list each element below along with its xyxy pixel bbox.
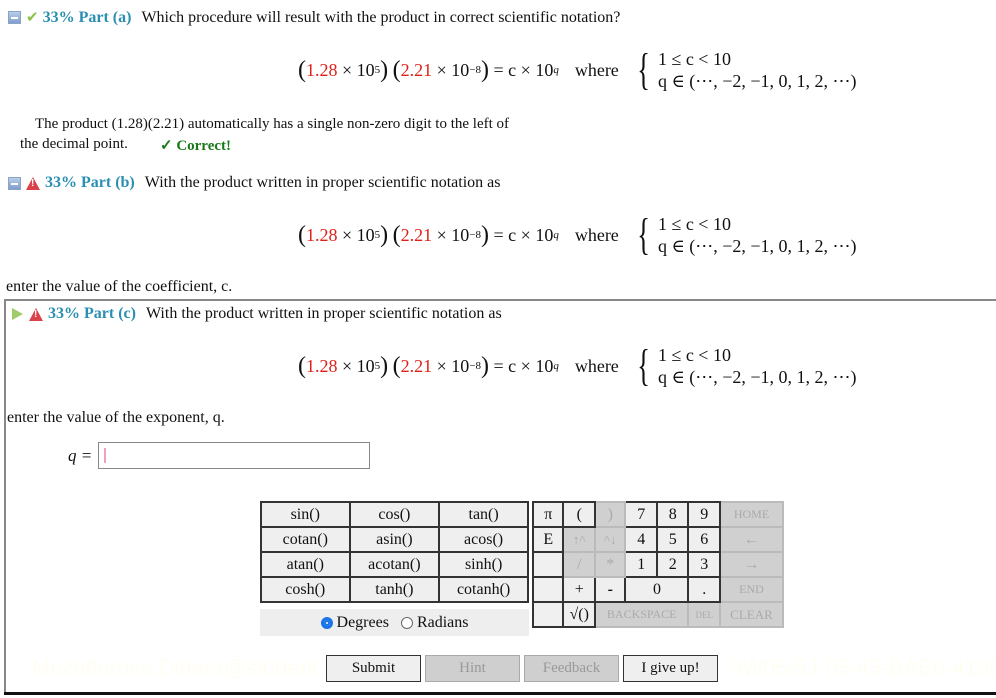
key-2[interactable]: 2 xyxy=(655,551,690,578)
coef2: 2.21 xyxy=(400,59,433,80)
part-b-prompt: enter the value of the coefficient, c. xyxy=(6,278,233,295)
key-acotan[interactable]: acotan() xyxy=(348,551,441,578)
key-home[interactable]: HOME xyxy=(718,501,785,528)
key-6[interactable]: 6 xyxy=(687,526,721,553)
correct-status: ✓ Correct! xyxy=(160,138,232,154)
radio-radians[interactable] xyxy=(400,616,413,629)
part-b-header: 33% Part (b) With the product written in… xyxy=(8,174,500,192)
key-sin[interactable]: sin() xyxy=(260,501,351,528)
key-e[interactable]: E xyxy=(531,526,565,553)
q-input-label: q = xyxy=(68,446,93,465)
angle-mode-selector: Degrees Radians xyxy=(260,609,529,636)
coef1: 1.28 xyxy=(306,59,338,80)
key-4[interactable]: 4 xyxy=(624,526,658,553)
key-clear[interactable]: CLEAR xyxy=(718,601,785,628)
key-5[interactable]: 5 xyxy=(655,526,690,553)
part-a-header: ✔ 33% Part (a) Which procedure will resu… xyxy=(8,8,620,27)
key-right-arrow[interactable]: → xyxy=(718,551,785,578)
key-blank xyxy=(531,601,565,628)
warning-icon xyxy=(26,176,40,190)
key-divide[interactable]: / xyxy=(562,551,596,578)
submit-button[interactable]: Submit xyxy=(326,655,421,682)
expand-arrow-icon[interactable] xyxy=(12,308,23,320)
part-b-question: With the product written in proper scien… xyxy=(144,174,501,191)
key-asin[interactable]: asin() xyxy=(348,526,441,553)
key-backspace[interactable]: BACKSPACE xyxy=(593,601,690,628)
text-caret xyxy=(104,448,106,463)
part-a-answer-line2: the decimal point. xyxy=(20,136,128,152)
key-tanh[interactable]: tanh() xyxy=(348,576,441,603)
key-cotan[interactable]: cotan() xyxy=(260,526,351,553)
part-c-prompt: enter the value of the exponent, q. xyxy=(7,409,225,426)
radians-label: Radians xyxy=(416,613,469,631)
part-a-question: Which procedure will result with the pro… xyxy=(141,8,621,26)
key-atan[interactable]: atan() xyxy=(260,551,351,578)
key-end[interactable]: END xyxy=(718,576,785,603)
key-0[interactable]: 0 xyxy=(624,576,690,603)
key-superscript-up[interactable]: ↑^ xyxy=(562,526,596,553)
key-pi[interactable]: π xyxy=(531,501,565,528)
numeric-keypad: π ( ) 7 8 9 HOME E ↑^ ^↓ 4 5 6 ← / * 1 2… xyxy=(531,501,785,628)
give-up-button[interactable]: I give up! xyxy=(623,655,718,682)
key-9[interactable]: 9 xyxy=(687,501,721,528)
radio-degrees[interactable] xyxy=(320,616,333,629)
key-tan[interactable]: tan() xyxy=(438,501,529,528)
key-blank xyxy=(531,551,565,578)
key-cosh[interactable]: cosh() xyxy=(260,576,351,603)
bottom-divider xyxy=(4,692,996,695)
key-superscript-down[interactable]: ^↓ xyxy=(593,526,627,553)
key-acos[interactable]: acos() xyxy=(438,526,529,553)
part-a-answer-line1: The product (1.28)(2.21) automatically h… xyxy=(35,116,510,132)
part-b-label: 33% Part (b) xyxy=(45,174,135,191)
key-multiply[interactable]: * xyxy=(593,551,627,578)
feedback-button[interactable]: Feedback xyxy=(524,655,619,682)
collapse-icon[interactable] xyxy=(8,11,21,24)
function-keypad: sin() cos() tan() cotan() asin() acos() … xyxy=(260,501,529,603)
warning-icon xyxy=(29,307,43,321)
key-7[interactable]: 7 xyxy=(624,501,658,528)
key-sinh[interactable]: sinh() xyxy=(438,551,529,578)
part-a-equation: (1.28 × 10 5) (2.21 × 10 −8) = c × 10 q whe… xyxy=(298,45,857,94)
part-a-label: 33% Part (a) xyxy=(42,8,132,26)
degrees-label: Degrees xyxy=(336,613,389,631)
key-8[interactable]: 8 xyxy=(655,501,690,528)
checkmark-icon: ✔ xyxy=(26,10,39,26)
key-plus[interactable]: + xyxy=(562,576,596,603)
key-left-arrow[interactable]: ← xyxy=(718,526,785,553)
part-c-equation: (1.28 × 10 5) (2.21 × 10 −8) = c × 10 q whe… xyxy=(298,341,857,390)
key-left-paren[interactable]: ( xyxy=(562,501,596,528)
part-c-question: With the product written in proper scien… xyxy=(145,305,502,322)
part-c-header: 33% Part (c) With the product written in… xyxy=(10,305,502,323)
key-sqrt[interactable]: √() xyxy=(562,601,596,628)
part-b-equation: (1.28 × 10 5) (2.21 × 10 −8) = c × 10 q whe… xyxy=(298,210,857,259)
part-c-label: 33% Part (c) xyxy=(48,305,136,322)
key-del[interactable]: DEL xyxy=(687,601,721,628)
key-1[interactable]: 1 xyxy=(624,551,658,578)
collapse-icon[interactable] xyxy=(8,176,21,190)
q-answer-input[interactable] xyxy=(98,442,370,469)
key-cos[interactable]: cos() xyxy=(348,501,441,528)
key-cotanh[interactable]: cotanh() xyxy=(438,576,529,603)
key-decimal[interactable]: . xyxy=(687,576,721,603)
key-blank xyxy=(531,576,565,603)
key-minus[interactable]: - xyxy=(593,576,627,603)
key-right-paren[interactable]: ) xyxy=(593,501,627,528)
hint-button[interactable]: Hint xyxy=(425,655,520,682)
key-3[interactable]: 3 xyxy=(687,551,721,578)
